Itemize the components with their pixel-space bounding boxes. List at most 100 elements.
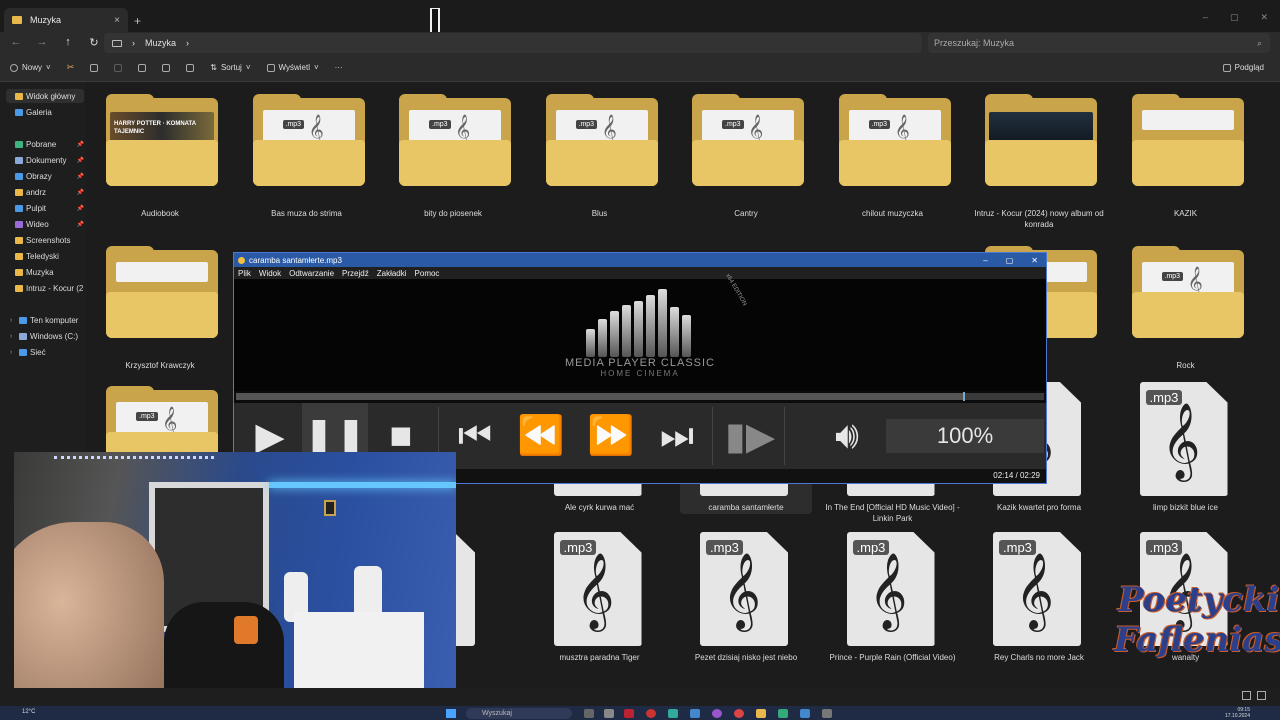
more-options-button[interactable]: ··· xyxy=(335,63,343,72)
tiles-view-icon[interactable] xyxy=(1257,691,1266,700)
app-icon[interactable] xyxy=(624,709,634,718)
share-icon[interactable] xyxy=(162,63,171,72)
fast-forward-button[interactable]: ⏩ xyxy=(578,403,644,469)
item-label: Bas muza do strima xyxy=(271,209,342,218)
menu-plik[interactable]: Plik xyxy=(238,269,251,278)
search-input[interactable]: Przeszukaj: Muzyka ⌕ xyxy=(928,33,1270,53)
mp3-file-item[interactable]: .mp3 𝄞 Prince - Purple Rain (Official Vide… xyxy=(823,524,963,674)
app-icon[interactable] xyxy=(604,709,614,718)
taskbar-search[interactable]: Wyszukaj xyxy=(466,708,572,719)
app-icon[interactable] xyxy=(734,709,744,718)
sidebar-item-label: Pobrane xyxy=(26,139,57,149)
app-icon[interactable] xyxy=(668,709,678,718)
forward-button[interactable]: → xyxy=(36,36,48,49)
sidebar-item-11[interactable]: Intruz - Kocur (2 xyxy=(6,281,84,295)
sidebar-item-6[interactable]: Pulpit 📌 xyxy=(6,201,84,215)
sidebar-item-14[interactable]: › Sieć xyxy=(10,345,88,359)
video-area[interactable]: MEDIA PLAYER CLASSIC HOME CINEMA x64 EDI… xyxy=(234,273,1046,391)
seek-bar[interactable] xyxy=(236,392,1044,401)
menu-pomoc[interactable]: Pomoc xyxy=(415,269,440,278)
details-view-icon[interactable] xyxy=(1242,691,1251,700)
taskbar-clock[interactable]: 09:15 17.10.2024 xyxy=(1225,707,1250,719)
new-button[interactable]: Nowy ˅ xyxy=(10,63,51,72)
mp3-file-item[interactable]: .mp3 𝄞 limp bizkit blue ice xyxy=(1116,374,1256,524)
mp3-file-item[interactable]: .mp3 𝄞 Rey Charls no more Jack xyxy=(969,524,1109,674)
cut-icon[interactable]: ✂ xyxy=(67,62,75,73)
sidebar-item-label: Pulpit xyxy=(26,203,47,213)
up-button[interactable]: ↑ xyxy=(62,36,74,49)
address-input[interactable]: › Muzyka › xyxy=(104,33,922,53)
mp3-file-item[interactable]: .mp3 𝄞 musztra paradna Tiger xyxy=(530,524,670,674)
menu-odtwarzanie[interactable]: Odtwarzanie xyxy=(289,269,334,278)
sidebar-item-7[interactable]: Wideo 📌 xyxy=(6,217,84,231)
sidebar-item-5[interactable]: andrz 📌 xyxy=(6,185,84,199)
media-player-window[interactable]: caramba santamłerte.mp3 – ▢ ✕ Plik Widok… xyxy=(233,252,1047,484)
sidebar-item-1[interactable]: Galeria xyxy=(6,105,84,119)
maximize-button[interactable]: ▢ xyxy=(1230,12,1239,23)
sidebar-item-12[interactable]: › Ten komputer xyxy=(10,313,88,327)
close-window-button[interactable]: ✕ xyxy=(1260,12,1268,23)
app-icon[interactable] xyxy=(646,709,656,718)
chevron-right-icon[interactable]: › xyxy=(10,333,16,340)
tab-muzyka[interactable]: Muzyka × xyxy=(4,8,128,32)
close-tab-icon[interactable]: × xyxy=(114,15,120,26)
sidebar-item-9[interactable]: Teledyski xyxy=(6,249,84,263)
volume-slider[interactable]: 100% xyxy=(886,419,1044,453)
taskbar-weather[interactable]: 12°C xyxy=(22,709,35,715)
webcam-light xyxy=(269,482,456,488)
sidebar-item-13[interactable]: › Windows (C:) xyxy=(10,329,88,343)
new-tab-button[interactable]: + xyxy=(134,14,141,28)
explorer-taskbar-icon[interactable] xyxy=(756,709,766,718)
app-icon[interactable] xyxy=(800,709,810,718)
app-icon[interactable] xyxy=(778,709,788,718)
menu-zakladki[interactable]: Zakładki xyxy=(377,269,407,278)
start-button-icon[interactable] xyxy=(446,709,456,718)
refresh-button[interactable]: ↻ xyxy=(88,36,100,49)
player-minimize-button[interactable]: – xyxy=(983,256,987,265)
delete-icon[interactable] xyxy=(186,63,195,72)
view-button[interactable]: Wyświetl ˅ xyxy=(266,63,319,72)
app-icon[interactable] xyxy=(712,709,722,718)
mp3-file-item[interactable]: .mp3 𝄞 Pezet dzisiaj nisko jest niebo xyxy=(676,524,816,674)
app-icon[interactable] xyxy=(690,709,700,718)
player-close-button[interactable]: ✕ xyxy=(1031,256,1038,265)
preview-button[interactable]: Podgląd xyxy=(1222,63,1264,72)
sort-label: Sortuj xyxy=(220,63,242,72)
chevron-right-icon[interactable]: › xyxy=(10,317,16,324)
sidebar-item-0[interactable]: Widok główny xyxy=(6,89,84,103)
paste-icon[interactable] xyxy=(114,63,123,72)
folder-icon xyxy=(15,268,23,276)
mp3-tag: .mp3 xyxy=(282,120,305,129)
task-view-icon[interactable] xyxy=(584,709,594,718)
command-bar: Nowy ˅ ✂ ⇅ Sortuj ˅ Wyświetl ˅ ··· Podgląd xyxy=(0,54,1280,82)
sidebar-item-label: Dokumenty xyxy=(26,155,67,165)
mp3-tag: .mp3 xyxy=(429,120,451,129)
minimize-button[interactable]: – xyxy=(1203,12,1208,23)
frame-step-button[interactable]: ▮▶ xyxy=(718,403,782,469)
folder-front xyxy=(252,140,365,186)
sidebar-item-2[interactable]: Pobrane 📌 xyxy=(6,137,84,151)
sort-button[interactable]: ⇅ Sortuj ˅ xyxy=(210,63,250,72)
seek-handle[interactable] xyxy=(963,392,966,401)
next-button[interactable]: ⏭ xyxy=(644,403,710,469)
sidebar-item-10[interactable]: Muzyka xyxy=(6,265,84,279)
breadcrumb-muzyka[interactable]: Muzyka xyxy=(145,38,176,48)
rewind-button[interactable]: ⏪ xyxy=(508,403,574,469)
copy-shape xyxy=(90,63,99,72)
menu-przejdz[interactable]: Przejdź xyxy=(342,269,369,278)
sidebar-item-4[interactable]: Obrazy 📌 xyxy=(6,169,84,183)
copy-icon[interactable] xyxy=(90,63,99,72)
chevron-right-icon[interactable]: › xyxy=(10,349,16,356)
sidebar-item-label: Sieć xyxy=(30,347,46,357)
logo-subtitle: HOME CINEMA xyxy=(600,369,680,378)
back-button[interactable]: ← xyxy=(10,36,22,49)
rename-icon[interactable] xyxy=(138,63,147,72)
app-icon[interactable] xyxy=(822,709,832,718)
player-maximize-button[interactable]: ▢ xyxy=(1006,256,1014,265)
sidebar-item-8[interactable]: Screenshots xyxy=(6,233,84,247)
treble-clef-icon: 𝄞 xyxy=(575,552,615,629)
menu-widok[interactable]: Widok xyxy=(259,269,281,278)
sidebar-item-3[interactable]: Dokumenty 📌 xyxy=(6,153,84,167)
mute-button[interactable]: 🔊︎ xyxy=(812,403,882,469)
logo-title: MEDIA PLAYER CLASSIC xyxy=(564,357,715,369)
